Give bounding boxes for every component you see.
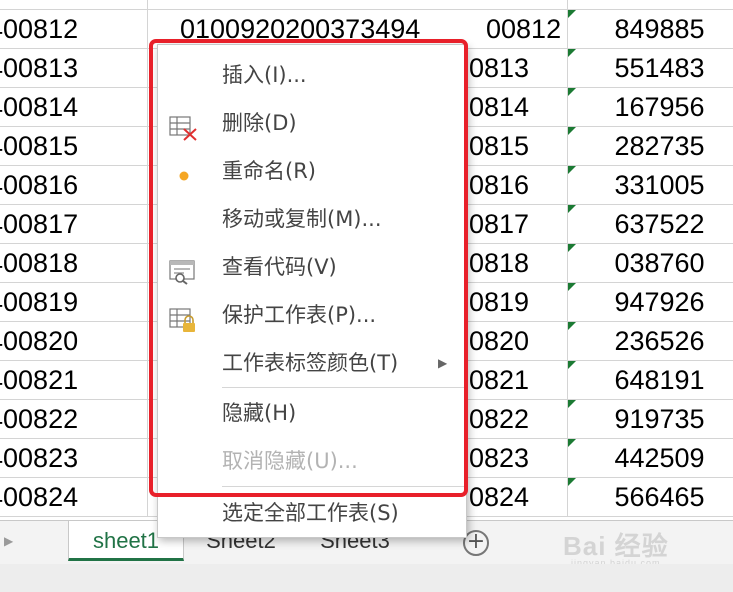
cell-value: 648191 <box>614 365 705 395</box>
cell-value: 551483 <box>614 53 705 83</box>
cell-value: 0820 <box>469 326 530 356</box>
cell[interactable]: 400820 <box>0 322 148 361</box>
cell-value: 400817 <box>0 209 79 239</box>
cell[interactable]: 400813 <box>0 49 148 88</box>
cell-value: 0817 <box>469 209 530 239</box>
cell-value: 400820 <box>0 326 79 356</box>
cell-value: 0816 <box>469 170 530 200</box>
cell-value: 637522 <box>614 209 705 239</box>
cell-value: 0824 <box>469 482 530 512</box>
cell-value: 00812 <box>486 14 562 44</box>
cell-value: 331005 <box>614 170 705 200</box>
cell-value: 400822 <box>0 404 79 434</box>
cell-value: 400824 <box>0 482 79 512</box>
cell[interactable]: 919735 <box>568 400 733 439</box>
cell[interactable]: 167956 <box>568 88 733 127</box>
cell-value: 919735 <box>614 404 705 434</box>
cell[interactable]: 442509 <box>568 439 733 478</box>
cell-value: 400819 <box>0 287 79 317</box>
cell[interactable]: 400823 <box>0 439 148 478</box>
cell-value: 400818 <box>0 248 79 278</box>
cell-value: 442509 <box>614 443 705 473</box>
cell-value: 0815 <box>469 131 530 161</box>
cell-value: 400812 <box>0 14 79 44</box>
cell[interactable]: 282735 <box>568 127 733 166</box>
watermark-logo: Bai 经验 jingyan.baidu.com <box>563 518 733 568</box>
cell[interactable]: 400812 <box>0 10 148 49</box>
cell[interactable]: 400819 <box>0 283 148 322</box>
cell[interactable]: 551483 <box>568 49 733 88</box>
cell[interactable]: 236526 <box>568 322 733 361</box>
cell[interactable]: 849885 <box>568 10 733 49</box>
cell-value: 0819 <box>469 287 530 317</box>
cell[interactable]: 400814 <box>0 88 148 127</box>
cell-value: 0822 <box>469 404 530 434</box>
cell-value: 400821 <box>0 365 79 395</box>
table-row[interactable] <box>0 0 733 10</box>
cell[interactable]: 566465 <box>568 478 733 517</box>
cell-value: 167956 <box>614 92 705 122</box>
cell-value: 0821 <box>469 365 530 395</box>
cell[interactable]: 947926 <box>568 283 733 322</box>
cell[interactable]: 400817 <box>0 205 148 244</box>
scroll-tabs-left-icon[interactable]: ▶ <box>4 534 13 548</box>
cell[interactable] <box>148 0 568 10</box>
cell[interactable]: 400815 <box>0 127 148 166</box>
cell[interactable] <box>568 0 733 10</box>
cell-value: 0814 <box>469 92 530 122</box>
cell-value: 282735 <box>614 131 705 161</box>
cell[interactable]: 400824 <box>0 478 148 517</box>
cell-value: 0813 <box>469 53 530 83</box>
cell[interactable]: 400821 <box>0 361 148 400</box>
cell-value: 038760 <box>614 248 705 278</box>
cell-value: 400816 <box>0 170 79 200</box>
cell[interactable]: 038760 <box>568 244 733 283</box>
cell[interactable] <box>0 0 148 10</box>
cell-value: 0823 <box>469 443 530 473</box>
cell[interactable]: 400822 <box>0 400 148 439</box>
cell[interactable]: 400818 <box>0 244 148 283</box>
cell[interactable]: 637522 <box>568 205 733 244</box>
status-bar <box>0 564 733 592</box>
cell-value: 400814 <box>0 92 79 122</box>
cell-value: 400823 <box>0 443 79 473</box>
cell-value: 0818 <box>469 248 530 278</box>
cell-value: 400815 <box>0 131 79 161</box>
cell-value: 947926 <box>614 287 705 317</box>
cell-value: 566465 <box>614 482 705 512</box>
cell-value: 236526 <box>614 326 705 356</box>
cell[interactable]: 400816 <box>0 166 148 205</box>
cell[interactable]: 331005 <box>568 166 733 205</box>
cell[interactable]: 648191 <box>568 361 733 400</box>
cell-value: 400813 <box>0 53 79 83</box>
highlight-annotation-box <box>149 39 468 497</box>
cell-value: 849885 <box>614 14 705 44</box>
